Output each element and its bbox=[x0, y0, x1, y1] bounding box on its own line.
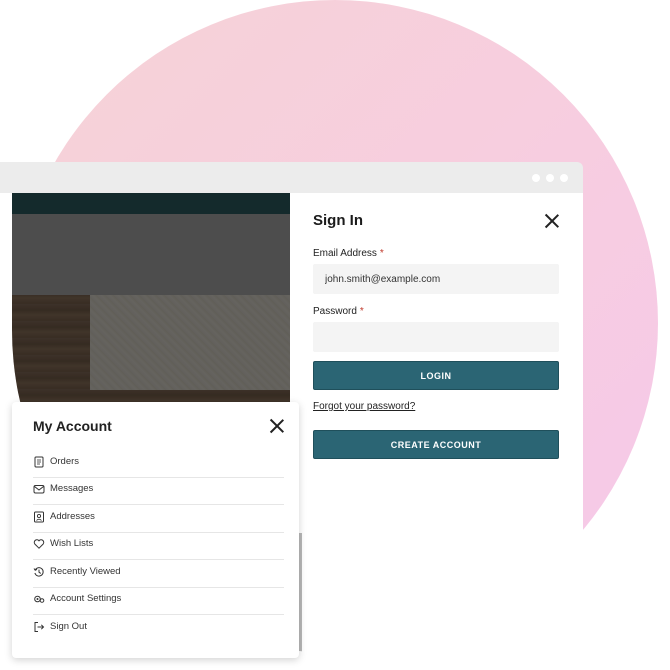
window-dot bbox=[560, 174, 568, 182]
window-dot bbox=[546, 174, 554, 182]
email-label: Email Address * bbox=[313, 248, 384, 259]
my-account-panel: My Account Orders Messages Addresses Wis… bbox=[12, 402, 299, 658]
email-field[interactable] bbox=[313, 264, 559, 294]
menu-item-label: Sign Out bbox=[50, 621, 87, 632]
menu-item-wish-lists[interactable]: Wish Lists bbox=[33, 532, 284, 560]
password-label-text: Password bbox=[313, 306, 357, 317]
menu-item-addresses[interactable]: Addresses bbox=[33, 505, 284, 533]
password-field[interactable] bbox=[313, 322, 559, 352]
envelope-icon bbox=[33, 485, 45, 494]
menu-item-label: Addresses bbox=[50, 511, 95, 522]
login-button[interactable]: LOGIN bbox=[313, 361, 559, 390]
heart-icon bbox=[33, 539, 45, 549]
menu-item-messages[interactable]: Messages bbox=[33, 477, 284, 505]
forgot-password-link[interactable]: Forgot your password? bbox=[313, 401, 415, 412]
close-icon[interactable] bbox=[545, 214, 559, 228]
menu-item-label: Account Settings bbox=[50, 593, 122, 604]
receipt-icon bbox=[34, 456, 44, 468]
browser-title-bar bbox=[0, 162, 583, 193]
window-dot bbox=[532, 174, 540, 182]
required-mark: * bbox=[359, 306, 364, 317]
required-mark: * bbox=[379, 248, 384, 259]
password-label: Password * bbox=[313, 306, 364, 317]
sign-in-panel: Sign In Email Address* Password* LOGIN F… bbox=[290, 193, 583, 533]
menu-item-label: Recently Viewed bbox=[50, 566, 121, 577]
menu-item-account-settings[interactable]: Account Settings bbox=[33, 587, 284, 615]
menu-item-label: Messages bbox=[50, 483, 94, 494]
menu-item-label: Orders bbox=[50, 456, 80, 467]
menu-item-recently-viewed[interactable]: Recently Viewed bbox=[33, 560, 284, 588]
menu-item-label: Wish Lists bbox=[50, 538, 94, 549]
my-account-title: My Account bbox=[33, 418, 112, 434]
settings-icon bbox=[34, 595, 45, 603]
menu-item-orders[interactable]: Orders bbox=[33, 450, 284, 478]
create-account-button[interactable]: CREATE ACCOUNT bbox=[313, 430, 559, 459]
sign-out-icon bbox=[34, 622, 45, 632]
menu-item-sign-out[interactable]: Sign Out bbox=[33, 615, 284, 642]
email-label-text: Email Address bbox=[313, 248, 377, 259]
address-book-icon bbox=[34, 511, 44, 523]
history-icon bbox=[33, 567, 44, 577]
close-icon[interactable] bbox=[270, 419, 284, 433]
sign-in-title: Sign In bbox=[313, 212, 363, 229]
